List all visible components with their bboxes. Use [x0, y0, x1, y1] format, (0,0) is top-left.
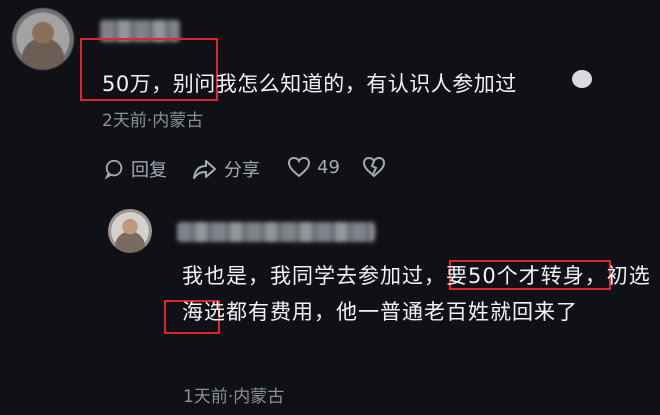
comment-bubble-icon	[103, 158, 125, 180]
like-button[interactable]: 49	[287, 156, 340, 178]
share-arrow-icon	[192, 158, 218, 180]
comment-meta: 2天前·内蒙古	[102, 111, 204, 131]
share-button[interactable]: 分享	[192, 156, 260, 182]
reply-meta: 1天前·内蒙古	[183, 387, 285, 407]
emoji-icon	[572, 70, 592, 88]
reply-username-blurred[interactable]	[177, 222, 375, 242]
broken-heart-icon	[362, 156, 386, 178]
share-label: 分享	[224, 160, 260, 181]
reply-button[interactable]: 回复	[103, 156, 167, 182]
comment-text: 50万，别问我怎么知道的，有认识人参加过	[102, 72, 517, 96]
user-avatar[interactable]	[12, 8, 74, 70]
dislike-button[interactable]	[362, 156, 386, 178]
reply-text: 我也是，我同学去参加过，要50个才转身，初选海选都有费用，他一普通老百姓就回来了	[182, 264, 651, 324]
reply-user-avatar[interactable]	[108, 209, 152, 253]
reply-label: 回复	[131, 160, 167, 181]
like-count: 49	[317, 156, 340, 178]
heart-icon	[287, 156, 311, 178]
